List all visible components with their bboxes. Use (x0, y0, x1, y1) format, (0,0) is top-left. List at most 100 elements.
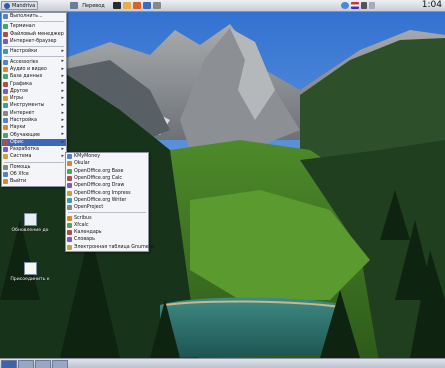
about-icon (3, 172, 8, 178)
office-submenu-item[interactable]: OpenOffice.org Writer (66, 197, 148, 204)
office-submenu-item-label: Okular (74, 161, 90, 167)
task-label: Перевод (82, 2, 105, 9)
office-submenu-item[interactable]: OpenOffice.org Draw (66, 182, 148, 189)
clock[interactable]: 1:04 (422, 0, 442, 11)
oo-writer-icon (67, 197, 72, 203)
browser-icon[interactable] (132, 2, 141, 9)
main-menu-item-label: Аудио и видео (10, 66, 47, 72)
task-button-translate[interactable]: Перевод (80, 1, 107, 10)
bottom-panel (0, 358, 445, 368)
main-menu-item-label: Об Xfce (10, 172, 29, 178)
main-menu-item[interactable]: Игры ▸ (2, 95, 66, 102)
desktop-icon-update[interactable]: Обновление до (5, 213, 55, 233)
main-menu-item-label: Accessories (10, 59, 39, 65)
settings-icon[interactable] (152, 2, 161, 9)
system-icon (3, 154, 8, 160)
office-submenu-item[interactable]: Электронная таблица Gnumeric (66, 244, 155, 251)
main-menu-item[interactable]: Интернет ▸ (2, 110, 66, 117)
submenu-arrow-icon: ▸ (61, 65, 64, 72)
workspace-4[interactable] (52, 359, 68, 368)
main-menu-item-label: Система (10, 154, 32, 160)
logout-icon (3, 179, 8, 185)
science-icon (3, 125, 8, 131)
games-icon (3, 96, 8, 102)
mandriva-menu-button[interactable]: Mandriva (1, 1, 39, 10)
terminal-icon (3, 24, 8, 30)
join-icon (23, 262, 37, 275)
window-list-icon[interactable] (368, 2, 375, 9)
network-icon[interactable] (340, 2, 349, 9)
flag-icon[interactable] (350, 2, 359, 9)
main-menu-item[interactable]: Терминал (2, 23, 66, 30)
main-menu-item[interactable]: Файловый менеджер (2, 31, 66, 38)
office-submenu-item[interactable]: OpenProject (66, 204, 148, 211)
development-icon (3, 147, 8, 153)
office-submenu-item[interactable]: KMyMoney (66, 153, 148, 160)
menu-separator (4, 161, 64, 163)
office-submenu-item[interactable]: OpenOffice.org Impress (66, 189, 148, 196)
office-submenu-item[interactable]: Scribus (66, 214, 148, 221)
main-menu-item[interactable]: Офис ▸ (2, 138, 66, 147)
browser-icon (3, 39, 8, 45)
office-submenu-item[interactable]: OpenOffice.org Base (66, 168, 148, 175)
main-menu-item[interactable]: Обучающие ▸ (2, 131, 66, 138)
multimedia-icon (3, 66, 8, 72)
okular-icon (67, 161, 72, 167)
mail-icon[interactable] (70, 2, 79, 9)
main-menu-item[interactable]: Помощь (2, 164, 66, 171)
office-submenu-item[interactable]: Календарь (66, 229, 148, 236)
menu-separator (4, 46, 64, 48)
xfcalc-icon (67, 222, 72, 228)
office-submenu-item-label: OpenOffice.org Base (74, 168, 124, 174)
main-menu-item[interactable]: Accessories ▸ (2, 58, 66, 65)
config-icon (3, 118, 8, 123)
office-icon[interactable] (142, 2, 151, 9)
submenu-arrow-icon: ▸ (61, 138, 64, 145)
office-submenu-item-label: Словарь (74, 237, 95, 243)
other-icon (3, 88, 8, 94)
office-submenu-item[interactable]: Xfcalc (66, 222, 148, 229)
main-menu-item[interactable]: Система ▸ (2, 153, 66, 160)
main-menu-item[interactable]: Инструменты ▸ (2, 102, 66, 109)
office-submenu-item[interactable]: Okular (66, 160, 148, 167)
main-menu-item[interactable]: Интернет-браузер (2, 38, 66, 45)
submenu-arrow-icon: ▸ (61, 146, 64, 153)
volume-icon[interactable] (360, 2, 367, 9)
main-menu-item[interactable]: Выйти (2, 178, 66, 185)
main-menu-item[interactable]: База данных ▸ (2, 73, 66, 80)
office-submenu-item[interactable]: Словарь (66, 236, 148, 243)
graphics-icon (3, 81, 8, 87)
main-menu-item[interactable]: Разработка ▸ (2, 146, 66, 153)
update-icon (23, 213, 37, 226)
oo-calc-icon (67, 176, 72, 182)
workspace-3[interactable] (35, 359, 51, 368)
office-submenu-item-label: OpenOffice.org Calc (74, 176, 122, 182)
office-submenu-item-label: OpenOffice.org Impress (74, 190, 131, 196)
main-menu-item[interactable]: Выполнить... (2, 13, 66, 20)
main-menu-item[interactable]: Графика ▸ (2, 80, 66, 87)
main-menu-item[interactable]: Аудио и видео ▸ (2, 66, 66, 73)
files-icon[interactable] (122, 2, 131, 9)
submenu-arrow-icon: ▸ (61, 116, 64, 123)
main-menu-item[interactable]: Об Xfce (2, 171, 66, 178)
workspace-1[interactable] (1, 359, 17, 368)
office-submenu-item-label: OpenOffice.org Draw (74, 183, 125, 189)
terminal-icon[interactable] (112, 2, 121, 9)
help-icon (3, 164, 8, 170)
main-menu-item-label: Другое (10, 88, 29, 94)
desktop-icon-label: Обновление до (11, 228, 49, 233)
submenu-arrow-icon: ▸ (61, 153, 64, 160)
main-menu-item-label: Терминал (10, 24, 35, 30)
desktop[interactable]: Mandriva Перевод 1:04 Выполнить... Термин… (0, 0, 445, 368)
main-menu-item[interactable]: Настройки ▸ (2, 48, 66, 55)
main-menu-item-label: База данных (10, 74, 43, 80)
submenu-arrow-icon: ▸ (61, 109, 64, 116)
main-menu-item[interactable]: Науки ▸ (2, 124, 66, 131)
main-menu-item-label: Интернет-браузер (10, 39, 57, 45)
database-icon (3, 74, 8, 80)
workspace-2[interactable] (18, 359, 34, 368)
desktop-icon-join[interactable]: Присоединить к (5, 262, 55, 282)
office-submenu-item[interactable]: OpenOffice.org Calc (66, 175, 148, 182)
main-menu-item[interactable]: Другое ▸ (2, 88, 66, 95)
main-menu-item[interactable]: Настройка ▸ (2, 117, 66, 124)
